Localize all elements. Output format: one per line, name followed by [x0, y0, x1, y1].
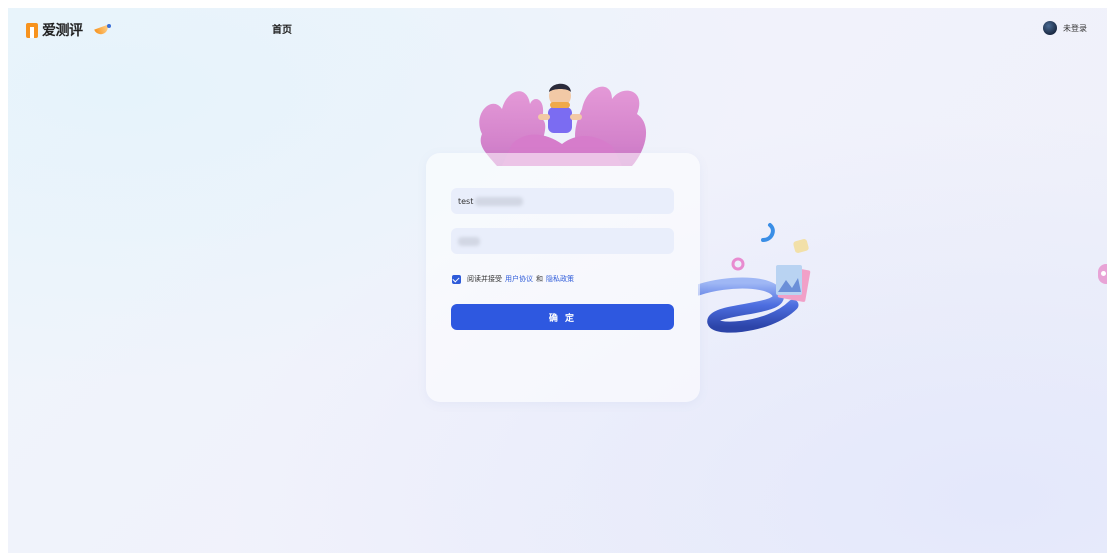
agree-prefix: 阅读并接受	[467, 275, 502, 283]
privacy-policy-link[interactable]: 隐私政策	[546, 274, 574, 284]
pipe-illustration	[698, 223, 811, 333]
password-field[interactable]	[451, 228, 674, 254]
username-field[interactable]: test	[451, 188, 674, 214]
logo-mark-icon	[26, 22, 38, 38]
brand-badge-icon	[95, 24, 111, 36]
login-card: test 阅读并接受 用户协议 和 隐私政策 确 定	[426, 153, 700, 402]
user-agreement-link[interactable]: 用户协议	[505, 274, 533, 284]
user-login-status[interactable]: 未登录	[1043, 21, 1087, 35]
page-background: 爱测评 首页 未登录 test 阅读并接受 用户协议 和 隐私政策 确 定	[8, 8, 1107, 553]
agreement-row: 阅读并接受 用户协议 和 隐私政策	[452, 274, 577, 284]
avatar-icon	[1043, 21, 1057, 35]
submit-button[interactable]: 确 定	[451, 304, 674, 330]
login-status-text: 未登录	[1063, 23, 1087, 33]
logo-text: 爱测评	[42, 23, 83, 39]
floating-helper-icon[interactable]	[1098, 264, 1107, 284]
agree-checkbox[interactable]	[452, 274, 461, 284]
username-value: test	[458, 196, 474, 206]
redacted-password	[458, 236, 480, 246]
redacted-username	[475, 196, 524, 206]
nav-home-link[interactable]: 首页	[272, 21, 292, 36]
logo[interactable]: 爱测评	[26, 20, 111, 40]
agree-and: 和	[536, 275, 543, 283]
top-bar: 爱测评 首页 未登录	[8, 8, 1107, 48]
